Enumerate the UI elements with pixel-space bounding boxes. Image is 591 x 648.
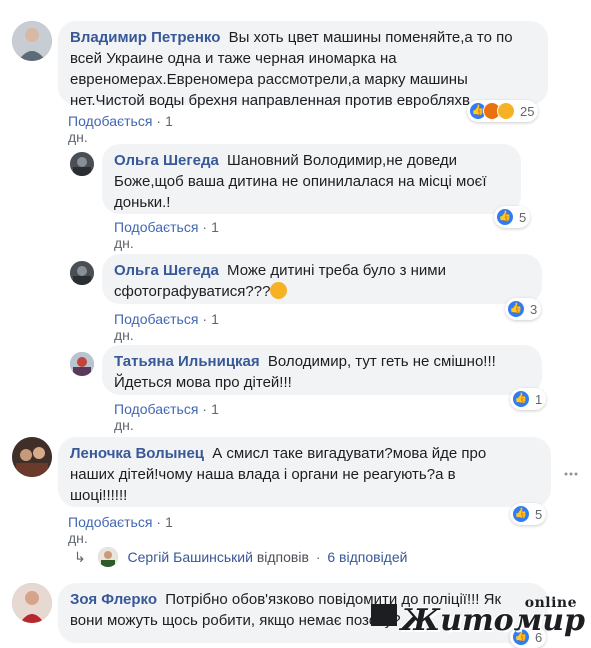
comment-text-line: Йдеться мова про дітей!!! [114, 374, 292, 391]
like-button[interactable]: Подобається [114, 219, 198, 235]
watermark-box-icon [370, 604, 397, 626]
reactions-badge[interactable]: 👍 5 [494, 206, 531, 228]
avatar[interactable] [70, 261, 94, 285]
reactions-badge[interactable]: 👍 1 [510, 388, 547, 410]
avatar[interactable] [12, 21, 52, 61]
like-icon: 👍 [512, 505, 530, 523]
reactions-badge[interactable]: 👍 5 [510, 503, 547, 525]
like-icon: 👍 [512, 390, 530, 408]
comment-bubble: Леночка Волынец А смисл таке вигадувати?… [58, 437, 551, 507]
reply-arrow-icon: ↳ [74, 549, 86, 565]
avatar[interactable] [12, 583, 52, 623]
reactions-count: 5 [535, 506, 543, 522]
comment-actions: Подобається · 1 дн. [114, 311, 219, 343]
reply-verb: відповів [256, 549, 309, 565]
comment-author[interactable]: Ольга Шегеда [114, 262, 219, 279]
comment-text-line: доньки.! [114, 194, 171, 211]
comment-text-line: вони можуть щось робити, якщо немає позо… [70, 612, 401, 629]
reactions-count: 25 [520, 103, 535, 119]
comment-text-line: сфотографуватися??? [114, 283, 271, 300]
comment-text-line: Володимир, тут геть не смішно!!! [267, 353, 496, 370]
like-button[interactable]: Подобається [114, 311, 198, 327]
comment-bubble: Ольга Шегеда Може дитині треба було з ни… [102, 254, 542, 304]
comment-actions: Подобається · 1 дн. [114, 219, 219, 251]
site-watermark-logo: online Житомир [370, 595, 585, 638]
comment-text-line: Шановний Володимир,не доведи [227, 152, 458, 169]
comment-author[interactable]: Татьяна Ильницкая [114, 353, 260, 370]
avatar[interactable] [12, 437, 52, 477]
comment-text-line: Боже,щоб ваша дитина не опинилалася на м… [114, 173, 487, 190]
persevering-face-icon [270, 282, 288, 299]
comment-text-line: А смисл таке вигадувати?мова йде про [212, 445, 487, 462]
wow-icon [497, 102, 515, 120]
comment-author[interactable]: Владимир Петренко [70, 29, 220, 46]
comment-actions: Подобається · 1 дн. [114, 401, 219, 433]
reactions-badge[interactable]: 👍 3 [505, 298, 542, 320]
comment-text-line: евреномерах.Евреномера рассмотрели,а мар… [70, 71, 468, 88]
reactions-count: 5 [519, 209, 527, 225]
like-icon: 👍 [507, 300, 525, 318]
like-icon: 👍 [496, 208, 514, 226]
comment-bubble: Татьяна Ильницкая Володимир, тут геть не… [102, 345, 542, 395]
reactions-count: 1 [535, 391, 543, 407]
comment-text-line: Вы хоть цвет машины поменяйте,а то по [228, 29, 513, 46]
comment-text-line: шоці!!!!!! [70, 487, 128, 504]
comment-bubble: Владимир Петренко Вы хоть цвет машины по… [58, 21, 548, 109]
avatar[interactable] [70, 152, 94, 176]
comment-author[interactable]: Ольга Шегеда [114, 152, 219, 169]
comment-text-line: всей Украине одна и таже черная иномарка… [70, 50, 397, 67]
comment-author[interactable]: Зоя Флерко [70, 591, 157, 608]
avatar[interactable] [70, 352, 94, 376]
like-button[interactable]: Подобається [68, 113, 152, 129]
comment-actions: Подобається · 1 дн. [68, 514, 173, 546]
comment-text-line: наших дітей!чому наша влада і органи не … [70, 466, 456, 483]
reactions-badge[interactable]: 👍 25 [467, 100, 539, 122]
avatar [97, 547, 118, 567]
comment-text-line: нет.Чистой воды брехня направленная прот… [70, 92, 475, 109]
comment-actions: Подобається · 1 дн. [68, 113, 173, 145]
view-replies-link[interactable]: ↳ Сергій Башинський відповів · 6 відпові… [74, 547, 407, 567]
comment-text-line: Може дитині треба було з ними [227, 262, 446, 279]
comment-bubble: Ольга Шегеда Шановний Володимир,не довед… [102, 144, 521, 214]
comment-author[interactable]: Леночка Волынец [70, 445, 204, 462]
watermark-online: online [524, 595, 577, 611]
like-button[interactable]: Подобається [114, 401, 198, 417]
more-options-icon[interactable] [563, 466, 579, 482]
like-button[interactable]: Подобається [68, 514, 152, 530]
reply-author[interactable]: Сергій Башинський [128, 549, 253, 565]
replies-count[interactable]: 6 відповідей [327, 549, 407, 565]
reactions-count: 3 [530, 301, 538, 317]
